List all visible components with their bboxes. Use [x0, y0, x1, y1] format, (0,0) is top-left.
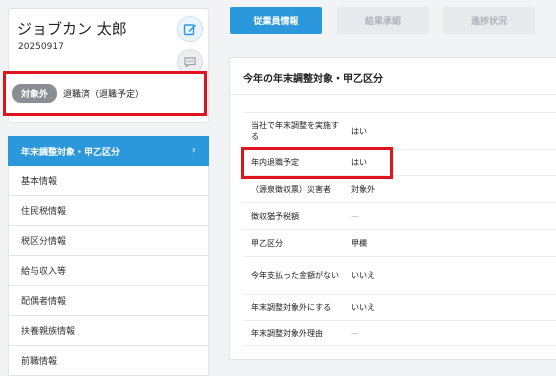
menu-item-label: 住民税情報: [21, 207, 67, 217]
row-label: 徴収猶予税額: [251, 211, 299, 221]
table-row: （源泉徴収票）災害者 対象外: [243, 175, 556, 202]
row-value: いいえ: [351, 271, 375, 280]
highlight-box: [241, 147, 393, 179]
left-panel: ジョブカン 太郎 20250917 対象外 退職済（退職予定） 年末調整対象・甲…: [0, 0, 212, 376]
edit-icon: [183, 24, 196, 36]
menu-item-year-end-target[interactable]: 年末調整対象・甲乙区分 ›: [8, 136, 209, 166]
menu-item-label: 税区分情報: [21, 237, 67, 247]
chat-icon: [184, 57, 196, 68]
divider: [230, 94, 556, 95]
edit-button[interactable]: [177, 16, 203, 42]
status-text: 退職済（退職予定）: [63, 90, 145, 100]
table-row: 今年支払った金額がない いいえ: [243, 256, 556, 294]
year-end-card: 今年の年末調整対象・甲乙区分 当社で年末調整を実施する はい 年内退職予定 はい…: [229, 57, 556, 360]
row-label: 当社で年末調整を実施する: [251, 121, 339, 141]
row-value: 対象外: [351, 184, 375, 194]
menu-item-label: 配偶者情報: [21, 297, 67, 307]
employee-number: 20250917: [18, 42, 64, 52]
row-value: はい: [351, 126, 367, 136]
section-title: 今年の年末調整対象・甲乙区分: [243, 74, 383, 85]
table-row: 甲乙区分 甲欄: [243, 229, 556, 256]
table-row: 徴収猶予税額 —: [243, 202, 556, 229]
menu-item-label: 基本情報: [21, 177, 58, 187]
row-label: 今年支払った金額がない: [251, 271, 339, 280]
row-value: 甲欄: [351, 238, 367, 248]
menu-item-dependents[interactable]: 扶養親族情報: [8, 316, 209, 346]
status-badge: 対象外: [12, 84, 58, 103]
row-value: —: [351, 211, 359, 221]
table-row: 年末調整対象外にする いいえ: [243, 294, 556, 320]
tab-employee-info[interactable]: 従業員情報: [230, 7, 322, 34]
chevron-right-icon: ›: [191, 145, 196, 156]
menu-item-label: 年末調整対象・甲乙区分: [21, 147, 121, 158]
row-label: 年末調整対象外理由: [251, 328, 323, 338]
menu-item-previous-job[interactable]: 前職情報: [8, 346, 209, 376]
menu-item-label: 扶養親族情報: [21, 327, 76, 337]
menu-item-spouse[interactable]: 配偶者情報: [8, 286, 209, 316]
row-value: —: [351, 328, 359, 338]
menu-item-label: 前職情報: [21, 357, 58, 367]
table-row: 当社で年末調整を実施する はい: [243, 112, 556, 149]
tab-result-approval[interactable]: 結果承認: [337, 7, 429, 34]
menu-item-resident-tax[interactable]: 住民税情報: [8, 196, 209, 226]
row-value: いいえ: [351, 303, 375, 312]
retirement-status: 対象外 退職済（退職予定）: [3, 71, 207, 116]
row-label: 甲乙区分: [251, 238, 283, 248]
menu-item-label: 給与収入等: [21, 267, 67, 277]
row-label: （源泉徴収票）災害者: [251, 184, 331, 194]
row-label: 年末調整対象外にする: [251, 303, 332, 312]
table-row: 年末調整対象外理由 —: [243, 320, 556, 346]
employee-name: ジョブカン 太郎: [17, 20, 127, 38]
menu-item-salary-income[interactable]: 給与収入等: [8, 256, 209, 286]
menu-item-basic-info[interactable]: 基本情報: [8, 166, 209, 196]
menu-item-tax-category[interactable]: 税区分情報: [8, 226, 209, 256]
tab-progress[interactable]: 進捗状況: [443, 7, 535, 34]
side-menu: 年末調整対象・甲乙区分 › 基本情報 住民税情報 税区分情報 給与収入等 配偶者…: [8, 136, 209, 376]
